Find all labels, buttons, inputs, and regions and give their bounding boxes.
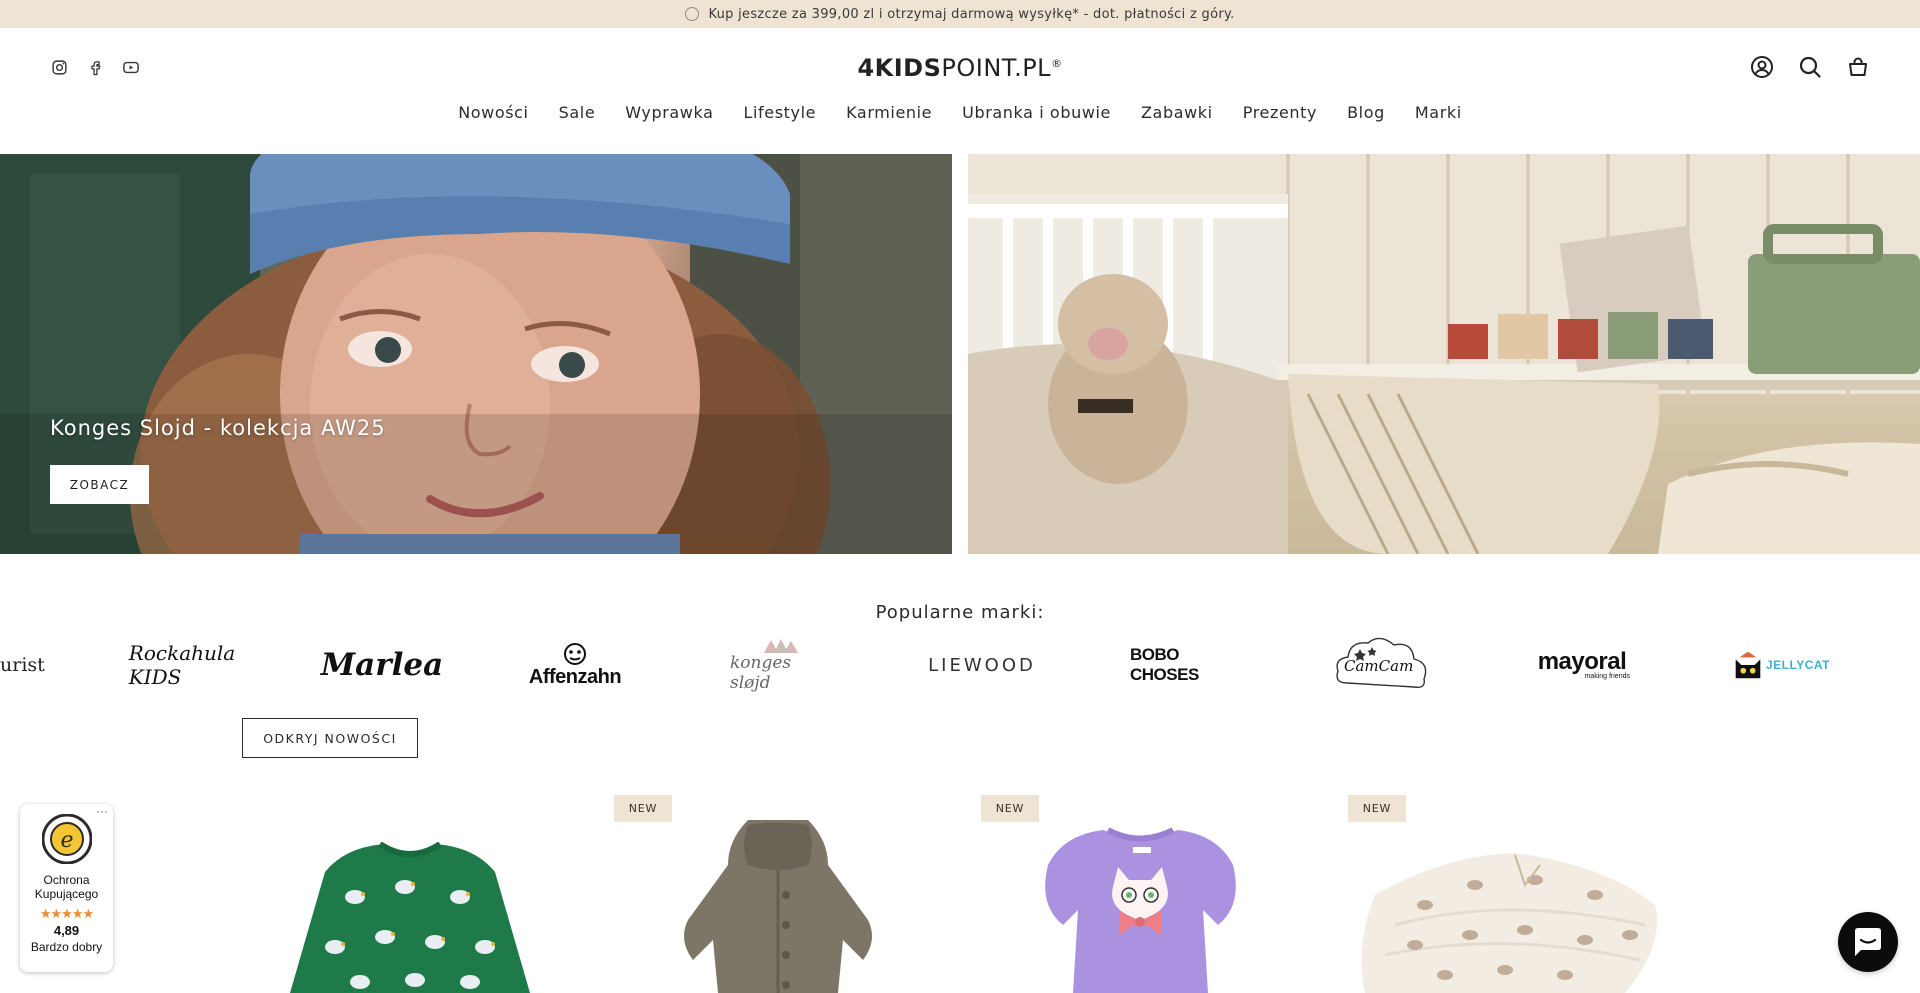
triangles-icon <box>764 639 798 653</box>
hero-cta-button[interactable]: ZOBACZ <box>50 465 149 504</box>
brand-logo-camcam[interactable]: CamCam <box>1330 630 1434 700</box>
nav-item-ubranka-i-obuwie[interactable]: Ubranka i obuwie <box>962 103 1111 122</box>
brand-logo-mayoral-tagline: making friends <box>1584 672 1630 680</box>
new-badge: NEW <box>1348 795 1406 822</box>
header-tools <box>1750 55 1870 79</box>
brand-logo-affenzahn-text: Affenzahn <box>528 665 622 688</box>
brand-logo-partial[interactable]: urist <box>0 630 45 700</box>
product-image-muslin-blanket[interactable] <box>1355 835 1665 993</box>
search-icon[interactable] <box>1798 55 1822 79</box>
rating-label: Bardzo dobry <box>30 940 103 954</box>
trust-protection-label: Ochrona Kupującego <box>34 873 99 901</box>
new-badge: NEW <box>981 795 1039 822</box>
brands-title: Popularne marki: <box>875 602 1045 623</box>
progress-circle-icon <box>685 7 700 21</box>
new-badge: NEW <box>614 795 672 822</box>
nav-item-karmienie[interactable]: Karmienie <box>846 103 932 122</box>
brand-logo-marlea[interactable]: Marlea <box>321 630 443 700</box>
nav-item-sale[interactable]: Sale <box>559 103 596 122</box>
trusted-shops-badge[interactable]: ··· e Ochrona Kupującego ★★★★★ 4,89 Bard… <box>20 804 113 972</box>
nav-item-marki[interactable]: Marki <box>1415 103 1462 122</box>
brands-carousel: urist Rockahula KIDS Marlea Affenzahn ko… <box>0 630 1920 700</box>
nav-item-blog[interactable]: Blog <box>1347 103 1385 122</box>
nav-item-wyprawka[interactable]: Wyprawka <box>625 103 713 122</box>
site-header: 4KIDSPOINT.PL® Nowości Sale Wyprawka Lif… <box>0 28 1920 154</box>
brand-logo-rockahula[interactable]: Rockahula KIDS <box>128 630 236 700</box>
brand-logo-mayoral[interactable]: mayoral making friends <box>1530 630 1634 700</box>
monkey-icon <box>564 642 586 665</box>
green-sweatshirt-image <box>290 841 530 993</box>
announcement-text: Kup jeszcze za 399,00 zl i otrzymaj darm… <box>708 6 1235 22</box>
product-image-green-sweatshirt[interactable] <box>285 841 535 993</box>
hero-slide-nursery[interactable] <box>968 154 1920 554</box>
site-logo[interactable]: 4KIDSPOINT.PL® <box>0 54 1920 82</box>
nav-item-prezenty[interactable]: Prezenty <box>1243 103 1317 122</box>
product-image-wool-suit[interactable] <box>668 817 888 993</box>
brand-logo-jellycat[interactable]: JELLYCAT <box>1730 630 1830 700</box>
logo-text: POINT.PL <box>941 54 1052 82</box>
brand-logo-konges-text: konges sløjd <box>730 653 792 693</box>
brand-logo-bobo-choses[interactable]: BOBO CHOSES <box>1130 630 1234 700</box>
logo-bold-text: 4KIDS <box>857 54 942 82</box>
hero-slide-konges[interactable]: Konges Slojd - kolekcja AW25 ZOBACZ <box>0 154 952 554</box>
product-image-lavender-dress[interactable] <box>1033 825 1248 993</box>
brand-logo-affenzahn[interactable]: Affenzahn <box>528 630 622 700</box>
rating-score: 4,89 <box>53 923 80 938</box>
nav-item-nowosci[interactable]: Nowości <box>458 103 528 122</box>
logo-registered-mark: ® <box>1051 57 1063 70</box>
brand-logo-rockahula-text: Rockahula KIDS <box>128 641 236 689</box>
more-options-icon[interactable]: ··· <box>96 804 108 818</box>
lavender-dress-image <box>1045 827 1236 993</box>
main-nav: Nowości Sale Wyprawka Lifestyle Karmieni… <box>0 103 1920 122</box>
account-icon[interactable] <box>1750 55 1774 79</box>
brand-logo-mayoral-text: mayoral <box>1537 647 1627 675</box>
nav-item-zabawki[interactable]: Zabawki <box>1141 103 1213 122</box>
brand-logo-liewood[interactable]: LIEWOOD <box>928 630 1034 700</box>
brand-logo-jellycat-text: JELLYCAT <box>1765 658 1830 672</box>
svg-text:e: e <box>60 828 73 853</box>
trusted-shops-seal-icon: e <box>41 813 92 865</box>
brand-logo-camcam-text: CamCam <box>1344 657 1414 675</box>
cat-icon <box>1735 651 1761 679</box>
wool-suit-image <box>684 817 872 993</box>
hero-title: Konges Slojd - kolekcja AW25 <box>50 416 386 440</box>
cart-icon[interactable] <box>1846 55 1870 79</box>
hero-nursery-photo <box>968 154 1920 554</box>
brand-logo-konges[interactable]: konges sløjd <box>730 630 830 700</box>
hero-section: Konges Slojd - kolekcja AW25 ZOBACZ <box>0 154 1920 554</box>
nav-item-lifestyle[interactable]: Lifestyle <box>744 103 817 122</box>
discover-new-button[interactable]: ODKRYJ NOWOŚCI <box>242 718 418 758</box>
muslin-blanket-image <box>1361 853 1657 993</box>
rating-stars: ★★★★★ <box>39 906 94 921</box>
chat-button[interactable] <box>1838 912 1898 972</box>
announcement-bar: Kup jeszcze za 399,00 zl i otrzymaj darm… <box>0 0 1920 28</box>
chat-bubble-icon <box>1855 928 1881 956</box>
